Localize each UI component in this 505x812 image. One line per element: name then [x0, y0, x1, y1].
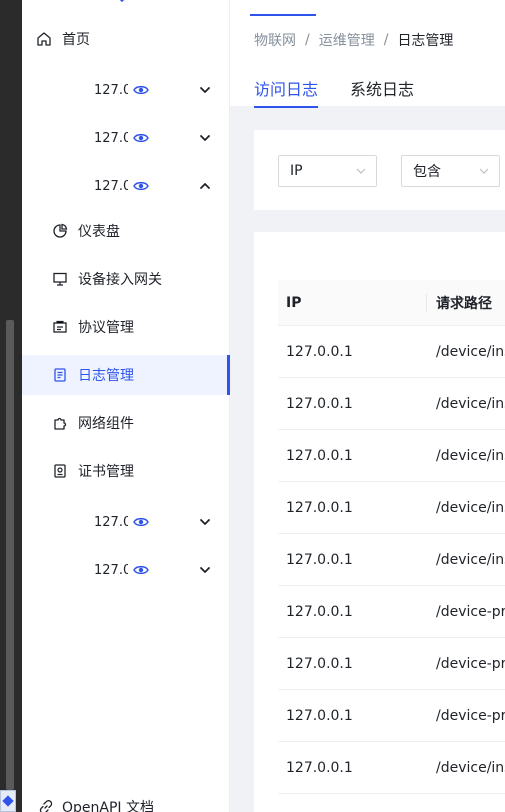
- column-divider: [426, 294, 427, 312]
- breadcrumb: 物联网 / 运维管理 / 日志管理: [254, 30, 453, 50]
- sidebar-item-certificate[interactable]: 证书管理: [22, 451, 230, 491]
- sidebar-item-label: 首页: [62, 32, 90, 48]
- cell-ip: 127.0.0.1: [286, 655, 353, 672]
- ip-group-item[interactable]: 127.0: [22, 70, 230, 110]
- field-select-value: IP: [290, 163, 303, 179]
- table-row[interactable]: 127.0.0.1/device-pro: [278, 638, 505, 690]
- monitor-icon: [52, 271, 68, 287]
- sidebar-item-home[interactable]: 首页: [22, 19, 230, 59]
- cell-ip: 127.0.0.1: [286, 343, 353, 360]
- breadcrumb-separator: /: [383, 32, 389, 48]
- left-window-edge: [0, 0, 22, 812]
- sidebar: 首页 127.0 127.0 127.0 仪表盘设备接入网关 协议管理日志管理网络组件…: [22, 0, 230, 812]
- breadcrumb-item-iot[interactable]: 物联网: [254, 30, 296, 50]
- eye-icon[interactable]: [133, 562, 149, 578]
- sidebar-item-monitor[interactable]: 设备接入网关: [22, 259, 230, 299]
- eye-icon[interactable]: [133, 130, 149, 146]
- table-row[interactable]: 127.0.0.1/device/ins: [278, 482, 505, 534]
- breadcrumb-item-current: 日志管理: [397, 33, 454, 49]
- cell-ip: 127.0.0.1: [286, 551, 353, 568]
- ip-group-item[interactable]: 127.0: [22, 166, 230, 206]
- footer-link-label: OpenAPI 文档: [62, 800, 154, 812]
- table-header: IP 请求路径: [278, 280, 505, 326]
- sidebar-item-protocol[interactable]: 协议管理: [22, 307, 230, 347]
- log-icon: [52, 367, 68, 383]
- ip-group-item[interactable]: 127.0: [22, 118, 230, 158]
- chevron-up-icon[interactable]: [198, 179, 212, 193]
- cell-ip: 127.0.0.1: [286, 447, 353, 464]
- cell-path: /device/ins: [436, 395, 505, 412]
- page-header: 物联网 / 运维管理 / 日志管理 访问日志 系统日志: [230, 16, 505, 108]
- ip-group-label: 127.0: [94, 130, 128, 146]
- table-row[interactable]: 127.0.0.1/device/ins: [278, 742, 505, 794]
- chevron-down-icon[interactable]: [198, 515, 212, 529]
- sidebar-item-puzzle[interactable]: 网络组件: [22, 403, 230, 443]
- table-row[interactable]: 127.0.0.1/device/ins: [278, 534, 505, 586]
- column-header-ip[interactable]: IP: [286, 295, 301, 311]
- breadcrumb-item-ops[interactable]: 运维管理: [319, 30, 375, 50]
- cell-ip: 127.0.0.1: [286, 759, 353, 776]
- ip-group-label: 127.0: [94, 178, 128, 194]
- eye-icon[interactable]: [133, 514, 149, 530]
- chevron-down-icon: [356, 168, 366, 174]
- field-select[interactable]: IP: [278, 155, 377, 187]
- cell-path: /device/ins: [436, 447, 505, 464]
- sidebar-item-label: 协议管理: [78, 320, 134, 336]
- column-header-path[interactable]: 请求路径: [436, 293, 492, 313]
- sidebar-item-log[interactable]: 日志管理: [22, 355, 230, 395]
- cell-path: /device/ins: [436, 551, 505, 568]
- chevron-down-icon[interactable]: [198, 83, 212, 97]
- chevron-down-icon[interactable]: [198, 563, 212, 577]
- top-tab-bar: [230, 0, 505, 16]
- sidebar-item-pie-chart[interactable]: 仪表盘: [22, 211, 230, 251]
- log-tabs: 访问日志 系统日志: [254, 76, 446, 108]
- sidebar-item-label: 日志管理: [78, 368, 134, 384]
- widget-icon[interactable]: [0, 790, 16, 812]
- table-row[interactable]: 127.0.0.1/device/ins: [278, 430, 505, 482]
- eye-icon[interactable]: [133, 82, 149, 98]
- tab-system-log[interactable]: 系统日志: [350, 76, 414, 108]
- cell-path: /device-pro: [436, 603, 505, 620]
- ip-group-label: 127.0: [94, 82, 128, 98]
- cell-ip: 127.0.0.1: [286, 603, 353, 620]
- search-filter-card: IP 包含: [254, 130, 505, 210]
- home-icon: [36, 31, 52, 47]
- logo-icon: [119, 0, 125, 3]
- operator-select-value: 包含: [413, 164, 441, 180]
- certificate-icon: [52, 463, 68, 479]
- operator-select[interactable]: 包含: [401, 155, 500, 187]
- chevron-down-icon[interactable]: [198, 131, 212, 145]
- cell-path: /device/ins: [436, 499, 505, 516]
- sidebar-item-label: 设备接入网关: [78, 272, 162, 288]
- cell-ip: 127.0.0.1: [286, 707, 353, 724]
- ip-group-label: 127.0: [94, 514, 128, 530]
- cell-path: /device/ins: [436, 759, 505, 776]
- breadcrumb-separator: /: [305, 32, 310, 48]
- chevron-down-icon: [479, 168, 489, 174]
- cell-ip: 127.0.0.1: [286, 395, 353, 412]
- table-row[interactable]: 127.0.0.1/device/ins: [278, 378, 505, 430]
- link-icon: [38, 799, 54, 812]
- ip-group-item[interactable]: 127.0: [22, 550, 230, 590]
- table-row[interactable]: 127.0.0.1/device/ins: [278, 326, 505, 378]
- eye-icon[interactable]: [133, 178, 149, 194]
- cell-ip: 127.0.0.1: [286, 499, 353, 516]
- ip-group-label: 127.0: [94, 562, 128, 578]
- table-row[interactable]: 127.0.0.1/device-pro: [278, 690, 505, 742]
- sidebar-item-label: 仪表盘: [78, 224, 120, 240]
- sidebar-item-label: 证书管理: [78, 464, 134, 480]
- puzzle-icon: [52, 415, 68, 431]
- cell-path: /device-pro: [436, 707, 505, 724]
- openapi-docs-link[interactable]: OpenAPI 文档: [38, 796, 154, 812]
- scrollbar-thumb[interactable]: [6, 320, 14, 790]
- cell-path: /device/ins: [436, 343, 505, 360]
- protocol-icon: [52, 319, 68, 335]
- cell-path: /device-pro: [436, 655, 505, 672]
- ip-group-item[interactable]: 127.0: [22, 502, 230, 542]
- sidebar-item-label: 网络组件: [78, 416, 134, 432]
- pie-chart-icon: [52, 223, 68, 239]
- log-table-card: IP 请求路径 127.0.0.1/device/ins 127.0.0.1/de…: [254, 232, 505, 812]
- table-row[interactable]: 127.0.0.1/device-pro: [278, 586, 505, 638]
- tab-access-log[interactable]: 访问日志: [254, 76, 319, 108]
